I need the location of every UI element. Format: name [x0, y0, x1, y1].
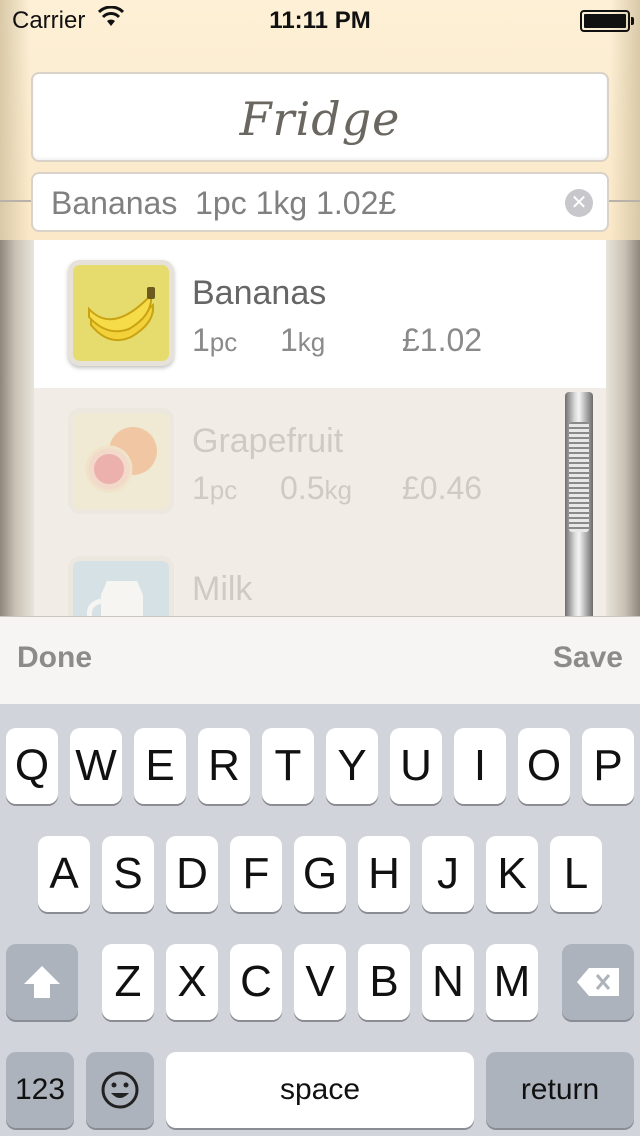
- key-a[interactable]: A: [38, 836, 90, 912]
- key-w[interactable]: W: [70, 728, 122, 804]
- key-x[interactable]: X: [166, 944, 218, 1020]
- key-y[interactable]: Y: [326, 728, 378, 804]
- key-p[interactable]: P: [582, 728, 634, 804]
- scroll-grip: [569, 422, 589, 532]
- milk-jug-image: [68, 556, 174, 616]
- key-s[interactable]: S: [102, 836, 154, 912]
- search-input[interactable]: [51, 185, 551, 222]
- key-l[interactable]: L: [550, 836, 602, 912]
- key-c[interactable]: C: [230, 944, 282, 1020]
- key-t[interactable]: T: [262, 728, 314, 804]
- app-title: Fridge: [239, 92, 401, 146]
- shift-icon[interactable]: [6, 944, 78, 1020]
- emoji-icon[interactable]: [86, 1052, 154, 1128]
- key-r[interactable]: R: [198, 728, 250, 804]
- key-h[interactable]: H: [358, 836, 410, 912]
- clear-icon[interactable]: ✕: [565, 189, 593, 217]
- return-key[interactable]: return: [486, 1052, 634, 1128]
- list-item[interactable]: Grapefruit 1pc 0.5kg £0.46: [34, 388, 606, 536]
- done-button[interactable]: Done: [17, 641, 92, 675]
- list-item[interactable]: Milk: [34, 536, 606, 616]
- key-j[interactable]: J: [422, 836, 474, 912]
- title-panel: Fridge: [31, 72, 609, 162]
- key-g[interactable]: G: [294, 836, 346, 912]
- grapefruit-image: [68, 408, 174, 514]
- key-i[interactable]: I: [454, 728, 506, 804]
- clock: 11:11 PM: [269, 7, 371, 34]
- key-u[interactable]: U: [390, 728, 442, 804]
- item-name: Grapefruit: [192, 422, 344, 460]
- search-field[interactable]: ✕: [31, 172, 609, 232]
- item-name: Bananas: [192, 274, 327, 312]
- key-o[interactable]: O: [518, 728, 570, 804]
- scroll-handle[interactable]: [565, 392, 593, 620]
- key-d[interactable]: D: [166, 836, 218, 912]
- item-name: Milk: [192, 570, 253, 608]
- numbers-key[interactable]: 123: [6, 1052, 74, 1128]
- banana-image: [68, 260, 174, 366]
- key-v[interactable]: V: [294, 944, 346, 1020]
- delete-icon[interactable]: [562, 944, 634, 1020]
- item-list[interactable]: Bananas 1pc 1kg £1.02 Grapefruit 1pc 0.5…: [34, 240, 606, 616]
- key-e[interactable]: E: [134, 728, 186, 804]
- left-rail: [0, 240, 34, 620]
- keyboard-accessory-bar: Done Save: [0, 616, 640, 704]
- keyboard: Q W E R T Y U I O P A S D F G H J K L Z …: [0, 704, 640, 1136]
- key-q[interactable]: Q: [6, 728, 58, 804]
- key-m[interactable]: M: [486, 944, 538, 1020]
- key-f[interactable]: F: [230, 836, 282, 912]
- status-bar: Carrier 11:11 PM: [0, 0, 640, 40]
- key-k[interactable]: K: [486, 836, 538, 912]
- save-button[interactable]: Save: [553, 641, 623, 675]
- key-n[interactable]: N: [422, 944, 474, 1020]
- key-b[interactable]: B: [358, 944, 410, 1020]
- right-rail: [606, 240, 640, 620]
- list-item[interactable]: Bananas 1pc 1kg £1.02: [34, 240, 606, 388]
- battery-icon: [580, 10, 634, 32]
- key-z[interactable]: Z: [102, 944, 154, 1020]
- space-key[interactable]: space: [166, 1052, 474, 1128]
